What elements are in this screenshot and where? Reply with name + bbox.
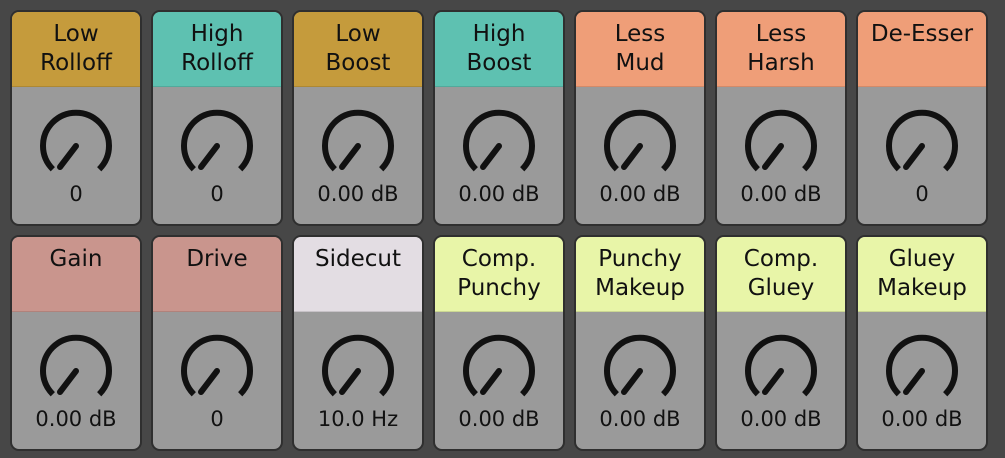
macro-card-less-mud: Less Mud 0.00 dB xyxy=(574,10,706,226)
knob-low-boost[interactable] xyxy=(319,107,397,185)
macro-card-de-esser: De-Esser 0 xyxy=(856,10,988,226)
knob-icon xyxy=(745,109,817,172)
macro-card-comp-punchy: Comp. Punchy 0.00 dB xyxy=(433,235,565,451)
macro-card-high-boost: High Boost 0.00 dB xyxy=(433,10,565,226)
macro-label-drive: Drive xyxy=(186,246,248,272)
macro-grid: Low Rolloff 0 High Rolloff 0 Low Boost 0… xyxy=(10,10,998,451)
macro-label-low-boost: Low Boost xyxy=(325,21,391,76)
knob-icon xyxy=(322,334,394,397)
knob-punchy-makeup[interactable] xyxy=(601,332,679,410)
knob-icon xyxy=(181,334,253,397)
macro-label-gluey-makeup: Gluey Makeup xyxy=(877,246,967,301)
macro-label-area: High Boost xyxy=(435,12,563,87)
macro-label-area: Low Rolloff xyxy=(12,12,140,87)
knob-de-esser[interactable] xyxy=(883,107,961,185)
macro-label-area: High Rolloff xyxy=(153,12,281,87)
macro-card-low-rolloff: Low Rolloff 0 xyxy=(10,10,142,226)
knob-high-boost[interactable] xyxy=(460,107,538,185)
macro-label-less-harsh: Less Harsh xyxy=(747,21,815,76)
macro-label-high-boost: High Boost xyxy=(466,21,532,76)
macro-label-area: Gain xyxy=(12,237,140,312)
macro-label-area: Gluey Makeup xyxy=(858,237,986,312)
macro-label-area: Comp. Gluey xyxy=(717,237,845,312)
macro-label-high-rolloff: High Rolloff xyxy=(181,21,253,76)
macro-card-drive: Drive 0 xyxy=(151,235,283,451)
macro-label-area: Low Boost xyxy=(294,12,422,87)
value-low-rolloff: 0 xyxy=(69,182,83,206)
knob-sidecut[interactable] xyxy=(319,332,397,410)
knob-icon xyxy=(604,109,676,172)
value-gain: 0.00 dB xyxy=(35,407,117,431)
value-less-harsh: 0.00 dB xyxy=(740,182,822,206)
macro-label-area: Less Mud xyxy=(576,12,704,87)
macro-label-punchy-makeup: Punchy Makeup xyxy=(595,246,685,301)
macro-label-comp-punchy: Comp. Punchy xyxy=(457,246,541,301)
knob-icon xyxy=(181,109,253,172)
macro-card-punchy-makeup: Punchy Makeup 0.00 dB xyxy=(574,235,706,451)
knob-icon xyxy=(463,334,535,397)
macro-card-comp-gluey: Comp. Gluey 0.00 dB xyxy=(715,235,847,451)
knob-icon xyxy=(40,109,112,172)
knob-icon xyxy=(322,109,394,172)
value-less-mud: 0.00 dB xyxy=(599,182,681,206)
knob-comp-punchy[interactable] xyxy=(460,332,538,410)
macro-card-sidecut: Sidecut 10.0 Hz xyxy=(292,235,424,451)
macro-label-comp-gluey: Comp. Gluey xyxy=(743,246,819,301)
knob-less-mud[interactable] xyxy=(601,107,679,185)
knob-high-rolloff[interactable] xyxy=(178,107,256,185)
macro-card-low-boost: Low Boost 0.00 dB xyxy=(292,10,424,226)
value-high-boost: 0.00 dB xyxy=(458,182,540,206)
value-de-esser: 0 xyxy=(915,182,929,206)
macro-label-de-esser: De-Esser xyxy=(870,21,974,47)
macro-label-low-rolloff: Low Rolloff xyxy=(40,21,112,76)
value-drive: 0 xyxy=(210,407,224,431)
macro-label-less-mud: Less Mud xyxy=(614,21,666,76)
value-high-rolloff: 0 xyxy=(210,182,224,206)
knob-icon xyxy=(886,334,958,397)
value-punchy-makeup: 0.00 dB xyxy=(599,407,681,431)
macro-label-area: Less Harsh xyxy=(717,12,845,87)
knob-gluey-makeup[interactable] xyxy=(883,332,961,410)
knob-icon xyxy=(886,109,958,172)
knob-icon xyxy=(604,334,676,397)
knob-drive[interactable] xyxy=(178,332,256,410)
knob-low-rolloff[interactable] xyxy=(37,107,115,185)
value-comp-punchy: 0.00 dB xyxy=(458,407,540,431)
knob-less-harsh[interactable] xyxy=(742,107,820,185)
macro-label-area: De-Esser xyxy=(858,12,986,87)
value-low-boost: 0.00 dB xyxy=(317,182,399,206)
knob-icon xyxy=(40,334,112,397)
macro-label-area: Punchy Makeup xyxy=(576,237,704,312)
macro-card-gluey-makeup: Gluey Makeup 0.00 dB xyxy=(856,235,988,451)
value-comp-gluey: 0.00 dB xyxy=(740,407,822,431)
knob-comp-gluey[interactable] xyxy=(742,332,820,410)
knob-icon xyxy=(745,334,817,397)
knob-icon xyxy=(463,109,535,172)
value-sidecut: 10.0 Hz xyxy=(317,407,399,431)
macro-card-gain: Gain 0.00 dB xyxy=(10,235,142,451)
value-gluey-makeup: 0.00 dB xyxy=(881,407,963,431)
macro-label-area: Drive xyxy=(153,237,281,312)
macro-label-sidecut: Sidecut xyxy=(315,246,401,272)
macro-label-gain: Gain xyxy=(49,246,103,272)
macro-card-high-rolloff: High Rolloff 0 xyxy=(151,10,283,226)
macro-card-less-harsh: Less Harsh 0.00 dB xyxy=(715,10,847,226)
macro-label-area: Comp. Punchy xyxy=(435,237,563,312)
macro-label-area: Sidecut xyxy=(294,237,422,312)
knob-gain[interactable] xyxy=(37,332,115,410)
